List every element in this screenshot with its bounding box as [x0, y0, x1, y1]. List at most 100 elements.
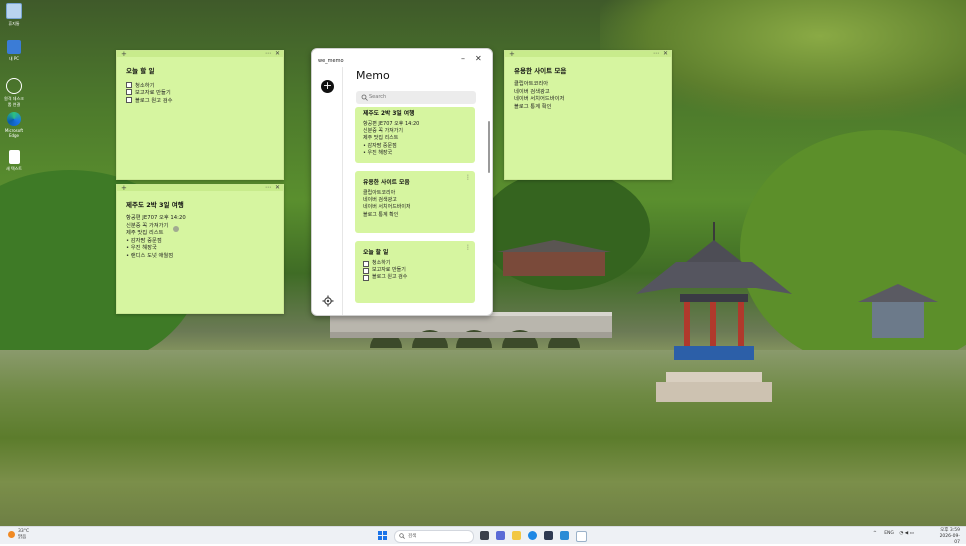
checklist-label: 블로그 원고 검수: [135, 97, 173, 104]
sticky-note-todo[interactable]: + ⋯ ✕ 오늘 할 일 청소하기 보고자료 만들기 블로그 원고 검수: [116, 50, 284, 180]
wallpaper-bridge: [330, 312, 612, 348]
menu-icon[interactable]: ⋯: [265, 184, 271, 191]
checklist-label: 블로그 원고 검수: [372, 274, 408, 281]
sticky-note-titlebar[interactable]: + ⋯ ✕: [505, 50, 671, 58]
note-line: • 감자팜 중문점: [126, 237, 162, 244]
sticky-note-sites[interactable]: + ⋯ ✕ 유용한 사이트 모음 클립아트코리아 네이버 검색광고 네이버 서치…: [504, 50, 672, 180]
wallpaper-building: [497, 240, 611, 276]
memo-card-line: 블로그 통계 확인: [363, 211, 399, 218]
edge-browser-icon[interactable]: [528, 531, 537, 540]
memo-sidebar: +: [312, 67, 343, 315]
desktop-icon-label: Microsoft Edge: [4, 128, 24, 138]
close-icon[interactable]: ✕: [275, 184, 280, 191]
close-icon[interactable]: ✕: [663, 50, 668, 57]
note-line: 항공편 JE707 오후 14:20: [126, 215, 186, 221]
minimize-button[interactable]: –: [461, 54, 465, 63]
mail-icon[interactable]: [560, 531, 569, 540]
desktop-icon-edge[interactable]: Microsoft Edge: [3, 112, 25, 138]
weather-desc: 맑음: [18, 535, 27, 540]
sticky-note-titlebar[interactable]: + ⋯ ✕: [117, 184, 283, 192]
add-note-icon[interactable]: +: [509, 50, 515, 58]
checkbox[interactable]: [126, 89, 132, 96]
battery-icon[interactable]: ▭: [910, 531, 914, 536]
system-clock[interactable]: 오후 3:59 2026-09-07: [934, 528, 960, 546]
checklist-item[interactable]: 블로그 원고 검수: [126, 96, 283, 104]
memo-list-scrollbar[interactable]: [488, 121, 490, 173]
sticky-note-titlebar[interactable]: + ⋯ ✕: [117, 50, 283, 58]
memo-card-title: 오늘 할 일: [363, 250, 389, 256]
checkbox[interactable]: [363, 260, 369, 267]
search-placeholder: 검색: [408, 534, 417, 539]
wallpaper-pavilion: [636, 222, 792, 402]
memo-app-window[interactable]: we_memo – ✕ + Memo Search 제주도 2박 3일 여행 항…: [311, 48, 493, 316]
note-line: 제주 맛집 리스트: [126, 230, 164, 236]
add-note-icon[interactable]: +: [121, 50, 127, 58]
weather-widget[interactable]: 33°C 맑음: [8, 529, 29, 541]
wifi-icon[interactable]: ◔: [899, 531, 903, 536]
desktop-icon-computer[interactable]: 내 PC: [3, 40, 25, 62]
memo-heading: Memo: [356, 69, 390, 82]
search-icon: [361, 94, 368, 101]
close-icon[interactable]: ✕: [275, 50, 280, 57]
menu-icon[interactable]: ⋯: [265, 50, 271, 57]
input-language[interactable]: ENG: [884, 531, 894, 536]
wallpaper-lake: [0, 350, 966, 526]
add-memo-button[interactable]: +: [321, 80, 334, 93]
store-icon[interactable]: [544, 531, 553, 540]
memo-app-taskbar-icon[interactable]: [576, 531, 587, 542]
menu-icon[interactable]: ⋯: [653, 50, 659, 57]
add-note-icon[interactable]: +: [121, 184, 127, 192]
note-line: 네이버 검색광고: [514, 88, 550, 95]
file-explorer-icon[interactable]: [512, 531, 521, 540]
windows-start-icon[interactable]: [378, 531, 387, 540]
memo-card-title: 제주도 2박 3일 여행: [363, 111, 415, 117]
desktop-icon-remote-desktop[interactable]: 원격 데스크톱 연결: [3, 78, 25, 108]
note-line: 신분증 꼭 가져가기: [126, 222, 169, 229]
remote-desktop-icon: [6, 78, 22, 94]
sun-icon: [8, 531, 15, 538]
task-view-icon[interactable]: [480, 531, 489, 540]
taskbar-search-input[interactable]: 검색: [394, 530, 474, 543]
memo-checklist-item[interactable]: 블로그 원고 검수: [363, 274, 475, 281]
search-placeholder: Search: [369, 94, 387, 100]
clock-date: 2026-09-07: [939, 534, 960, 545]
checkbox[interactable]: [126, 96, 132, 103]
sticky-note-jeju[interactable]: + ⋯ ✕ 제주도 2박 3일 여행 항공편 JE707 오후 14:20 신분…: [116, 184, 284, 314]
memo-card-todo[interactable]: ⋮ 오늘 할 일 청소하기 보고자료 만들기 블로그 원고 검수: [355, 241, 475, 303]
document-icon: [8, 150, 20, 164]
chat-icon[interactable]: [496, 531, 505, 540]
window-title: we_memo: [318, 58, 344, 64]
memo-card-line: • 우진 해장국: [363, 149, 393, 156]
desktop-icon-label: 내 PC: [8, 56, 20, 61]
card-menu-icon[interactable]: ⋮: [465, 244, 471, 251]
memo-card-line: 제주 맛집 리스트: [363, 135, 399, 142]
close-button[interactable]: ✕: [475, 54, 482, 63]
recycle-bin-icon: [6, 3, 22, 19]
checkbox[interactable]: [363, 267, 369, 274]
memo-card-title: 유용한 사이트 모음: [363, 180, 410, 186]
note-line: • 랜디스 도넛 애월점: [126, 252, 174, 259]
desktop-icon-label: 원격 데스크톱 연결: [4, 96, 24, 107]
note-title: 유용한 사이트 모음: [514, 67, 567, 75]
note-line: 네이버 서치어드바이저: [514, 96, 565, 102]
taskbar: 33°C 맑음 검색 ^ ENG ◔ ◀ ▭ 오후 3:59 2026-09-0…: [0, 526, 966, 546]
note-title: 오늘 할 일: [126, 67, 155, 75]
desktop-icon-label: 새 텍스트: [6, 166, 22, 171]
computer-icon: [7, 40, 21, 54]
desktop-icon-recycle-bin[interactable]: 휴지통: [3, 3, 25, 27]
memo-search-input[interactable]: Search: [356, 91, 476, 104]
chevron-up-icon[interactable]: ^: [873, 531, 877, 536]
desktop-icon-document[interactable]: 새 텍스트: [3, 150, 25, 172]
checkbox[interactable]: [363, 274, 369, 281]
settings-gear-icon[interactable]: [322, 295, 334, 307]
note-title: 제주도 2박 3일 여행: [126, 201, 184, 209]
checkbox[interactable]: [126, 81, 132, 88]
volume-icon[interactable]: ◀: [905, 531, 908, 536]
memo-card-jeju[interactable]: 제주도 2박 3일 여행 항공편 JE707 오후 14:20 신분증 꼭 가져…: [355, 107, 475, 163]
edge-browser-icon: [7, 112, 21, 126]
system-tray[interactable]: ^ ENG ◔ ◀ ▭: [873, 531, 914, 536]
memo-card-sites[interactable]: ⋮ 유용한 사이트 모음 클립아트코리아 네이버 검색광고 네이버 서치어드바이…: [355, 171, 475, 233]
wallpaper-pavilion-small: [858, 284, 938, 338]
card-menu-icon[interactable]: ⋮: [465, 174, 471, 181]
note-line: • 우진 해장국: [126, 245, 157, 251]
